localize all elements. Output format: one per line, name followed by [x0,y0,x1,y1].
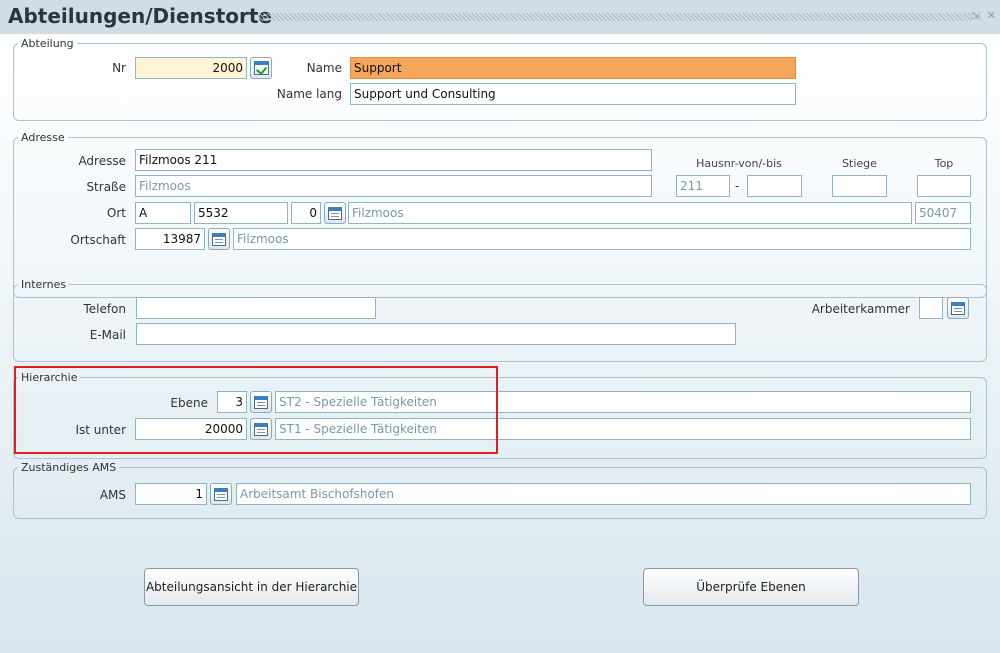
ist-unter-label: Ist unter [75,423,126,437]
ebene-text-field[interactable]: ST2 - Spezielle Tätigkeiten [275,391,971,413]
ams-legend: Zuständiges AMS [21,461,117,474]
abteilung-legend: Abteilung [21,37,74,50]
internes-group: Internes [13,278,987,362]
arbeiterkammer-field[interactable] [919,297,943,319]
email-label: E-Mail [89,328,126,342]
ist-unter-field[interactable]: 20000 [135,418,247,440]
hausnr-header: Hausnr-von/-bis [696,157,782,170]
ebene-lookup-button[interactable] [250,391,272,413]
arbeiterkammer-lookup-button[interactable] [947,297,969,319]
internes-legend: Internes [21,278,67,291]
name-lang-field[interactable]: Support und Consulting [350,83,796,105]
abteilung-group: Abteilung [13,37,987,121]
confirm-nr-button[interactable] [250,57,272,79]
ortschaft-label: Ortschaft [70,233,126,247]
stiege-field[interactable] [832,175,887,197]
title-pattern [258,13,974,21]
ams-text-field[interactable]: Arbeitsamt Bischofshofen [236,483,971,505]
strasse-label: Straße [86,180,126,194]
calendar-icon [214,487,228,501]
hausnr-separator: - [735,179,740,193]
ams-label: AMS [99,488,126,502]
ist-unter-lookup-button[interactable] [250,418,272,440]
ortschaft-nr-field[interactable]: 13987 [135,228,205,250]
calendar-icon [328,206,342,220]
ebene-field[interactable]: 3 [217,391,247,413]
gemeinde-nr-field[interactable]: 50407 [915,202,971,224]
window-controls: ⇲ ✕ [968,9,996,22]
adresse-field[interactable]: Filzmoos 211 [135,149,652,171]
calendar-icon [254,395,268,409]
check-icon [253,61,269,75]
calendar-icon [951,301,965,315]
ist-unter-text-field[interactable]: ST1 - Spezielle Tätigkeiten [275,418,971,440]
land-field[interactable]: A [135,202,191,224]
name-label: Name [306,61,342,75]
window-title: Abteilungen/Dienstorte [8,4,272,28]
name-field[interactable]: Support [350,57,796,79]
telefon-label: Telefon [83,302,126,316]
ort-label: Ort [106,206,126,220]
ort-name-field[interactable]: Filzmoos [348,202,912,224]
email-field[interactable] [136,323,736,345]
restore-icon[interactable]: ⇲ [971,9,980,22]
telefon-field[interactable] [136,297,376,319]
adresse-label: Adresse [78,154,126,168]
ams-field[interactable]: 1 [135,483,207,505]
hausnr-bis-field[interactable] [747,175,802,197]
hierarchie-legend: Hierarchie [21,371,78,384]
calendar-icon [212,232,226,246]
ortschaft-name-field[interactable]: Filzmoos [233,228,971,250]
ebene-label: Ebene [170,396,208,410]
arbeiterkammer-label: Arbeiterkammer [811,302,910,316]
top-header: Top [934,157,954,170]
ort-lookup-button[interactable] [324,202,346,224]
ortschaft-lookup-button[interactable] [208,228,230,250]
hierarchie-group: Hierarchie [13,371,987,459]
ams-lookup-button[interactable] [210,483,232,505]
nr-label: Nr [112,61,126,75]
title-bar: Abteilungen/Dienstorte ⇲ ✕ [0,0,1000,34]
hierarchie-ansicht-button[interactable]: Abteilungsansicht in der Hierarchie [144,568,359,606]
calendar-icon [254,422,268,436]
stiege-header: Stiege [842,157,877,170]
form-area: Abteilung Nr 2000 Name Support Name lang… [0,34,1000,653]
plz-field[interactable]: 5532 [194,202,288,224]
pruefe-ebenen-button[interactable]: Überprüfe Ebenen [643,568,859,606]
strasse-field[interactable]: Filzmoos [135,175,652,197]
ort-nr-field[interactable]: 0 [291,202,321,224]
adresse-legend: Adresse [21,131,65,144]
hausnr-von-field[interactable]: 211 [676,175,730,197]
close-icon[interactable]: ✕ [987,9,996,22]
nr-field[interactable]: 2000 [135,57,247,79]
top-field[interactable] [917,175,971,197]
name-lang-label: Name lang [276,87,342,101]
